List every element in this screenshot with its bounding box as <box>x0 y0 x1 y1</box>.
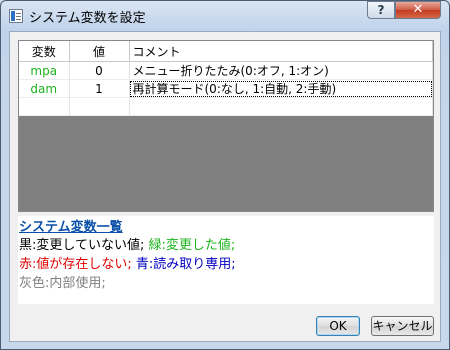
help-icon: ? <box>377 3 385 17</box>
dialog-client-area: 変数 値 コメント mpa 0 メニュー折りたたみ(0:オフ, 1:オン) da… <box>9 31 441 342</box>
legend-gray: 灰色:内部使用; <box>19 276 106 291</box>
cell-empty[interactable] <box>129 97 433 116</box>
cell-comment[interactable]: メニュー折りたたみ(0:オフ, 1:オン) <box>129 61 433 80</box>
cell-value[interactable]: 1 <box>69 79 130 98</box>
cell-value[interactable]: 0 <box>69 61 130 80</box>
column-header-comment[interactable]: コメント <box>129 41 433 62</box>
help-button[interactable]: ? <box>367 1 395 19</box>
legend-line-gray: 灰色:内部使用; <box>19 272 106 291</box>
cell-comment[interactable]: 再計算モード(0:なし, 1:自動, 2:手動) <box>129 79 433 98</box>
legend-line-black-green: 黒:変更していない値; 緑:変更した値; <box>19 234 235 253</box>
window-title: システム変数を設定 <box>29 11 146 26</box>
legend-title-link[interactable]: システム変数一覧 <box>19 216 123 235</box>
variables-table: 変数 値 コメント mpa 0 メニュー折りたたみ(0:オフ, 1:オン) da… <box>19 41 433 116</box>
table-header-row: 変数 値 コメント <box>19 41 433 62</box>
close-icon: ✕ <box>412 2 424 17</box>
cell-empty[interactable] <box>19 97 70 116</box>
legend-green: 緑:変更した値; <box>148 238 236 253</box>
table-row-selected[interactable]: dam 1 再計算モード(0:なし, 1:自動, 2:手動) <box>19 79 433 98</box>
legend-blue: 青:読み取り専用; <box>135 257 236 272</box>
column-header-variable[interactable]: 変数 <box>19 41 70 62</box>
dialog-window: システム変数を設定 ? ✕ 変数 値 コメント mpa 0 メニュー折りたたみ(… <box>0 0 450 350</box>
legend-line-red-blue: 赤:値が存在しない; 青:読み取り専用; <box>19 253 236 272</box>
ok-button[interactable]: OK <box>316 316 360 336</box>
close-button[interactable]: ✕ <box>395 1 441 19</box>
table-row-empty[interactable] <box>19 97 433 116</box>
window-app-icon <box>9 9 23 23</box>
legend-black: 黒:変更していない値; <box>19 238 145 253</box>
cell-empty[interactable] <box>69 97 130 116</box>
title-bar[interactable]: システム変数を設定 ? ✕ <box>1 1 449 31</box>
cell-variable[interactable]: dam <box>19 79 70 98</box>
legend-panel: システム変数一覧 黒:変更していない値; 緑:変更した値; 赤:値が存在しない;… <box>18 216 434 304</box>
cancel-button[interactable]: キャンセル <box>371 316 434 336</box>
variables-grid[interactable]: 変数 値 コメント mpa 0 メニュー折りたたみ(0:オフ, 1:オン) da… <box>18 40 434 212</box>
table-row[interactable]: mpa 0 メニュー折りたたみ(0:オフ, 1:オン) <box>19 61 433 80</box>
legend-red: 赤:値が存在しない; <box>19 257 132 272</box>
column-header-value[interactable]: 値 <box>69 41 130 62</box>
cell-variable[interactable]: mpa <box>19 61 70 80</box>
